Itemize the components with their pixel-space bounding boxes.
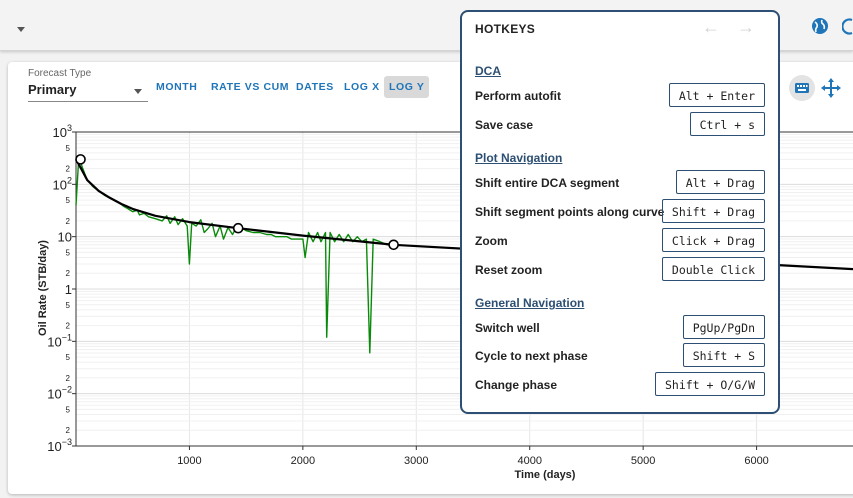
hotkey-label: Shift segment points along curve: [475, 205, 665, 219]
segment-control-point: [232, 222, 244, 234]
y-tick-label: 1: [65, 282, 72, 297]
hotkey-label: Reset zoom: [475, 263, 543, 277]
y-minor-tick-label: 5: [66, 301, 71, 310]
hotkey-label: Zoom: [475, 234, 508, 248]
segment-control-point: [388, 239, 399, 251]
x-tick-label: 2000: [291, 455, 315, 467]
hotkey-label: Change phase: [475, 378, 558, 392]
y-tick-label: 10: [58, 230, 72, 245]
x-tick-label: 5000: [631, 455, 655, 467]
y-tick-label: 10−3: [47, 437, 72, 454]
hotkey-label: Shift entire DCA segment: [475, 176, 620, 190]
y-minor-tick-label: 5: [66, 248, 71, 257]
y-minor-tick-label: 2: [66, 269, 71, 278]
hotkey-shortcut: Shift + S: [682, 343, 765, 367]
section-heading: General Navigation: [475, 296, 585, 310]
hotkey-label: Perform autofit: [475, 89, 562, 103]
y-minor-tick-label: 5: [66, 405, 71, 414]
x-tick-label: 6000: [744, 455, 768, 467]
x-tick-label: 1000: [177, 455, 201, 467]
hotkey-label: Save case: [475, 118, 534, 132]
segment-control-point: [75, 154, 86, 165]
x-tick-label: 4000: [517, 455, 541, 467]
arrow-right-icon[interactable]: →: [737, 17, 755, 38]
hotkey-label: Switch well: [475, 321, 540, 335]
y-minor-tick-label: 2: [66, 426, 71, 435]
hotkey-shortcut: Ctrl + s: [689, 112, 765, 136]
y-tick-label: 10−2: [47, 385, 72, 402]
y-minor-tick-label: 2: [66, 217, 71, 226]
y-minor-tick-label: 5: [66, 196, 71, 205]
section-heading: Plot Navigation: [475, 151, 563, 165]
y-minor-tick-label: 2: [66, 322, 71, 331]
hotkey-shortcut: Shift + O/G/W: [654, 372, 765, 396]
y-tick-label: 10−1: [47, 332, 72, 349]
hotkeys-title: HOTKEYS: [475, 22, 536, 36]
hotkey-label: Cycle to next phase: [475, 349, 588, 363]
hotkey-shortcut: Alt + Drag: [675, 170, 765, 194]
section-heading: DCA: [475, 64, 501, 78]
arrow-left-icon[interactable]: ←: [702, 17, 720, 38]
y-tick-label: 102: [53, 175, 72, 192]
hotkey-shortcut: Click + Drag: [661, 228, 765, 252]
x-tick-label: 3000: [404, 455, 428, 467]
y-minor-tick-label: 5: [66, 144, 71, 153]
y-axis-title: Oil Rate (STB/day): [37, 240, 49, 336]
hotkey-shortcut: Alt + Enter: [668, 83, 765, 107]
y-tick-label: 103: [53, 123, 72, 140]
x-axis-title: Time (days): [514, 469, 576, 481]
y-minor-tick-label: 2: [66, 374, 71, 383]
hotkey-shortcut: Shift + Drag: [661, 199, 765, 223]
hotkey-shortcut: PgUp/PgDn: [682, 315, 765, 339]
hotkey-shortcut: Double Click: [661, 257, 765, 281]
y-minor-tick-label: 2: [66, 165, 71, 174]
hotkeys-panel: HOTKEYS ← → DCA Perform autofit Alt + Ente…: [460, 10, 780, 414]
y-minor-tick-label: 5: [66, 353, 71, 362]
